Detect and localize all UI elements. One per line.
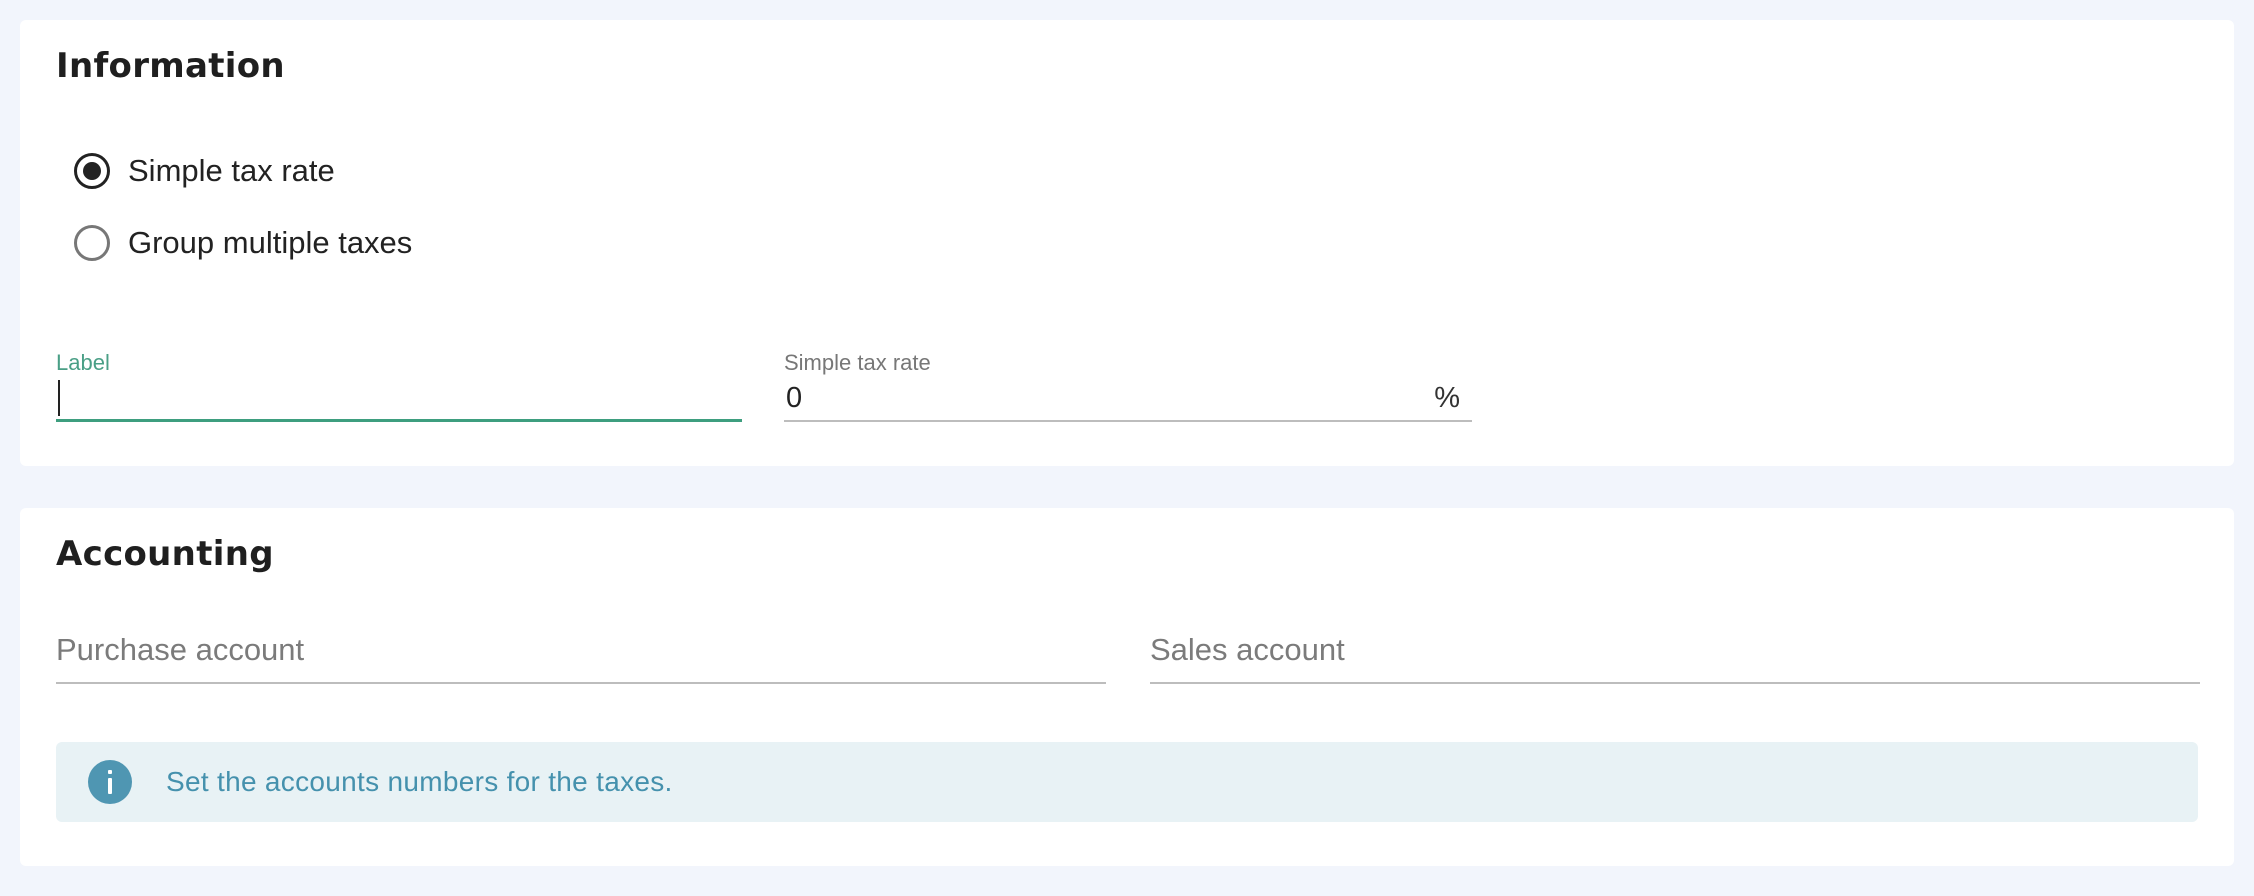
label-field-underline bbox=[56, 419, 742, 422]
information-title: Information bbox=[56, 46, 285, 86]
sales-account-underline bbox=[1150, 682, 2200, 684]
label-field-caption: Label bbox=[56, 350, 110, 375]
label-input[interactable] bbox=[56, 376, 742, 420]
simple-tax-rate-underline bbox=[784, 420, 1472, 422]
info-message: Set the accounts numbers for the taxes. bbox=[166, 766, 673, 797]
group-multiple-taxes-option[interactable]: Group multiple taxes bbox=[74, 225, 412, 261]
group-multiple-taxes-label: Group multiple taxes bbox=[128, 225, 413, 260]
simple-tax-rate-input[interactable] bbox=[786, 376, 1426, 420]
accounting-title: Accounting bbox=[56, 534, 274, 574]
radio-unchecked-icon[interactable] bbox=[74, 225, 110, 261]
purchase-account-input[interactable] bbox=[56, 628, 1106, 672]
simple-tax-rate-label: Simple tax rate bbox=[128, 153, 335, 188]
info-icon bbox=[88, 760, 132, 804]
information-card: Information Simple tax rate Group multip… bbox=[20, 20, 2234, 466]
percent-suffix: % bbox=[1434, 382, 1460, 414]
info-alert: Set the accounts numbers for the taxes. bbox=[56, 742, 2198, 822]
purchase-account-underline bbox=[56, 682, 1106, 684]
text-cursor bbox=[58, 380, 60, 416]
simple-tax-rate-field: Simple tax rate % bbox=[784, 350, 1472, 422]
radio-checked-icon[interactable] bbox=[74, 153, 110, 189]
label-field: Label bbox=[56, 350, 742, 422]
simple-tax-rate-option[interactable]: Simple tax rate bbox=[74, 153, 335, 189]
purchase-account-field bbox=[56, 614, 1106, 684]
sales-account-input[interactable] bbox=[1150, 628, 2200, 672]
accounting-card: Accounting Set the accounts numbers for … bbox=[20, 508, 2234, 866]
simple-tax-rate-caption: Simple tax rate bbox=[784, 350, 931, 375]
sales-account-field bbox=[1150, 614, 2200, 684]
